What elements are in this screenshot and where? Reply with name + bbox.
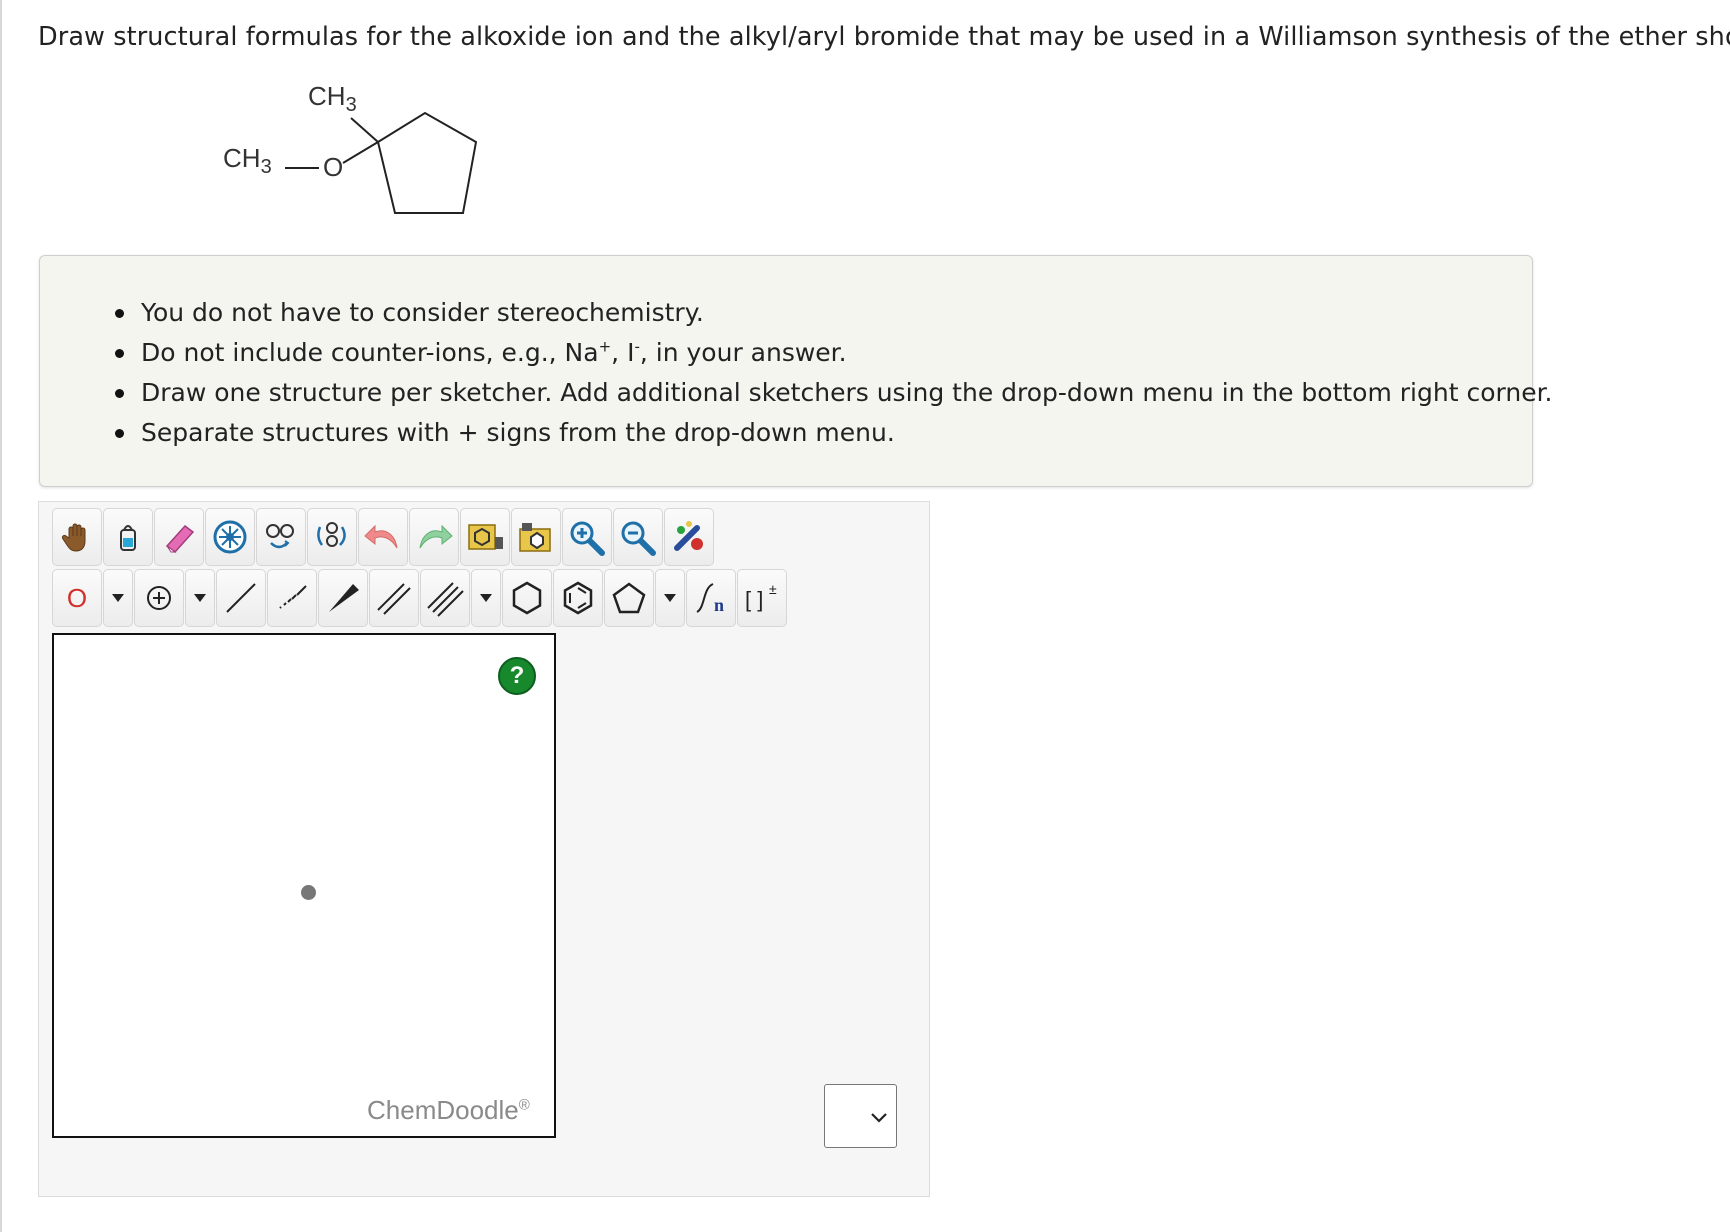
canvas-center-dot xyxy=(301,885,316,900)
add-sketcher-dropdown[interactable] xyxy=(824,1084,897,1148)
double-bond-button[interactable] xyxy=(369,569,419,627)
element-button[interactable]: O xyxy=(52,569,102,627)
repeat-unit-button[interactable]: n xyxy=(686,569,736,627)
hash-bond-button[interactable] xyxy=(267,569,317,627)
copy-button[interactable] xyxy=(256,508,306,566)
wedge-bond-button[interactable] xyxy=(318,569,368,627)
double-bond-icon xyxy=(377,583,411,615)
page-left-border xyxy=(0,0,2,1232)
element-dropdown[interactable] xyxy=(103,569,133,627)
redo-button[interactable] xyxy=(409,508,459,566)
question-text: Draw structural formulas for the alkoxid… xyxy=(38,22,1730,52)
chevron-down-icon xyxy=(112,594,124,602)
ether-structure: CH3 CH3 O xyxy=(223,85,478,214)
benzene-button[interactable] xyxy=(553,569,603,627)
clear-button[interactable] xyxy=(205,508,255,566)
plus-charge-icon xyxy=(147,586,171,610)
wedge-bond-icon xyxy=(329,584,359,612)
cyclopentane-icon xyxy=(612,582,646,614)
bracket-button[interactable]: [ ] ± xyxy=(737,569,787,627)
instruction-item: Draw one structure per sketcher. Add add… xyxy=(115,373,1553,413)
cyclopentane-button[interactable] xyxy=(604,569,654,627)
oxygen-element-label: O xyxy=(66,582,88,613)
charge-button[interactable] xyxy=(134,569,184,627)
o-c-bond xyxy=(342,141,379,164)
repeat-unit-icon: n xyxy=(696,583,724,615)
copy-icon xyxy=(266,524,294,549)
bracket-icon: [ ] ± xyxy=(745,581,777,612)
ch3-left-label: CH3 xyxy=(223,143,272,178)
sketcher-canvas[interactable]: ? ChemDoodle® xyxy=(52,633,556,1138)
c-ch3-bond xyxy=(350,117,379,143)
zoom-in-button[interactable] xyxy=(562,508,612,566)
svg-text:n: n xyxy=(714,595,724,615)
template-icon xyxy=(468,524,503,550)
zoom-out-button[interactable] xyxy=(613,508,663,566)
instructions-list: You do not have to consider stereochemis… xyxy=(40,256,1553,453)
instruction-item: Separate structures with + signs from th… xyxy=(115,413,1532,453)
triple-bond-icon xyxy=(427,582,464,617)
hand-tool-button[interactable] xyxy=(52,508,102,566)
paste-icon xyxy=(317,522,346,547)
chemdoodle-sketcher: O n [] ± ? ChemDoodle® xyxy=(38,501,930,1197)
svg-text:±: ± xyxy=(769,581,777,597)
eraser-tool-button[interactable] xyxy=(154,508,204,566)
lasso-icon xyxy=(120,525,136,551)
chevron-down-icon xyxy=(871,1113,887,1123)
clean-button[interactable] xyxy=(664,508,714,566)
zoom-out-icon xyxy=(621,521,656,556)
clear-icon xyxy=(213,520,247,554)
paste-button[interactable] xyxy=(307,508,357,566)
undo-icon xyxy=(364,524,398,549)
bond-dropdown[interactable] xyxy=(471,569,501,627)
open-file-icon xyxy=(519,523,551,552)
chevron-down-icon xyxy=(194,594,206,602)
undo-button[interactable] xyxy=(358,508,408,566)
single-bond-icon xyxy=(226,583,256,613)
triple-bond-button[interactable] xyxy=(420,569,470,627)
template-button[interactable] xyxy=(460,508,510,566)
ring-dropdown[interactable] xyxy=(655,569,685,627)
sketcher-toolbar-bottom: O n [] ± xyxy=(52,569,788,627)
eraser-icon xyxy=(165,524,195,554)
chevron-down-icon xyxy=(664,594,676,602)
cyclohexane-icon xyxy=(512,581,542,615)
charge-dropdown[interactable] xyxy=(185,569,215,627)
help-button[interactable]: ? xyxy=(498,657,536,695)
chevron-down-icon xyxy=(480,594,492,602)
oxygen-label: O xyxy=(323,152,343,182)
cyclohexane-button[interactable] xyxy=(502,569,552,627)
instructions-box: You do not have to consider stereochemis… xyxy=(39,255,1553,487)
benzene-icon xyxy=(563,581,593,615)
zoom-in-icon xyxy=(570,521,605,556)
clean-icon xyxy=(674,521,703,551)
hand-icon xyxy=(61,523,86,552)
lasso-tool-button[interactable] xyxy=(103,508,153,566)
cyclopentane-ring xyxy=(376,111,478,214)
hashed-bond-icon xyxy=(279,585,307,609)
svg-text:[ ]: [ ] xyxy=(745,587,763,612)
instruction-item: You do not have to consider stereochemis… xyxy=(115,293,1532,333)
sketcher-toolbar-top xyxy=(52,508,715,566)
instruction-item: Do not include counter-ions, e.g., Na+, … xyxy=(115,333,1532,373)
ch3-top-label: CH3 xyxy=(308,85,357,116)
open-file-button[interactable] xyxy=(511,508,561,566)
redo-icon xyxy=(419,524,453,549)
chemdoodle-watermark: ChemDoodle® xyxy=(367,1095,530,1125)
single-bond-button[interactable] xyxy=(216,569,266,627)
